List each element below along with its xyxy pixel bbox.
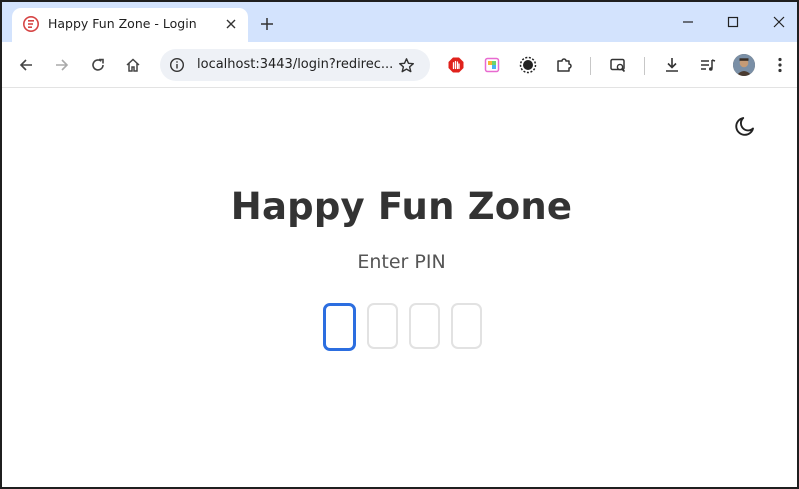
pin-digit-3[interactable] (409, 303, 440, 349)
profile-avatar[interactable] (733, 54, 755, 76)
tab-title: Happy Fun Zone - Login (48, 16, 197, 31)
downloads-icon[interactable] (660, 53, 684, 77)
forward-icon[interactable] (50, 53, 74, 77)
site-info-icon[interactable] (168, 56, 186, 74)
minimize-icon[interactable] (674, 10, 702, 34)
address-url[interactable]: localhost:3443/login?redirec... (197, 57, 393, 72)
pin-digit-1[interactable] (323, 303, 356, 351)
bookmark-star-icon[interactable] (396, 55, 416, 75)
address-bar[interactable]: localhost:3443/login?redirec... (160, 49, 430, 81)
tab-strip: Happy Fun Zone - Login (2, 2, 797, 42)
extension-stop-icon[interactable] (444, 53, 468, 77)
tab-search-icon[interactable] (606, 53, 630, 77)
media-queue-icon[interactable] (696, 53, 720, 77)
pin-digit-4[interactable] (451, 303, 482, 349)
maximize-icon[interactable] (719, 10, 747, 34)
browser-window: Happy Fun Zone - Login localhost:3443/lo… (0, 0, 799, 489)
extension-color-icon[interactable] (480, 53, 504, 77)
app-favicon-icon (22, 15, 40, 33)
back-icon[interactable] (14, 53, 38, 77)
close-window-icon[interactable] (765, 10, 793, 34)
more-menu-icon[interactable] (768, 53, 792, 77)
toolbar-divider (644, 57, 645, 75)
page-content: Happy Fun Zone Enter PIN (2, 89, 797, 487)
pin-digit-2[interactable] (367, 303, 398, 349)
pin-prompt: Enter PIN (357, 251, 446, 273)
tab-active[interactable]: Happy Fun Zone - Login (12, 8, 248, 42)
new-tab-icon[interactable] (256, 13, 278, 35)
extensions-puzzle-icon[interactable] (552, 53, 576, 77)
toolbar-divider (590, 57, 591, 75)
tab-close-icon[interactable] (222, 15, 240, 33)
page-title: Happy Fun Zone (230, 185, 573, 228)
browser-toolbar: localhost:3443/login?redirec... (2, 42, 797, 88)
moon-icon[interactable] (732, 113, 758, 139)
home-icon[interactable] (121, 53, 145, 77)
extension-sun-icon[interactable] (516, 53, 540, 77)
reload-icon[interactable] (86, 53, 110, 77)
